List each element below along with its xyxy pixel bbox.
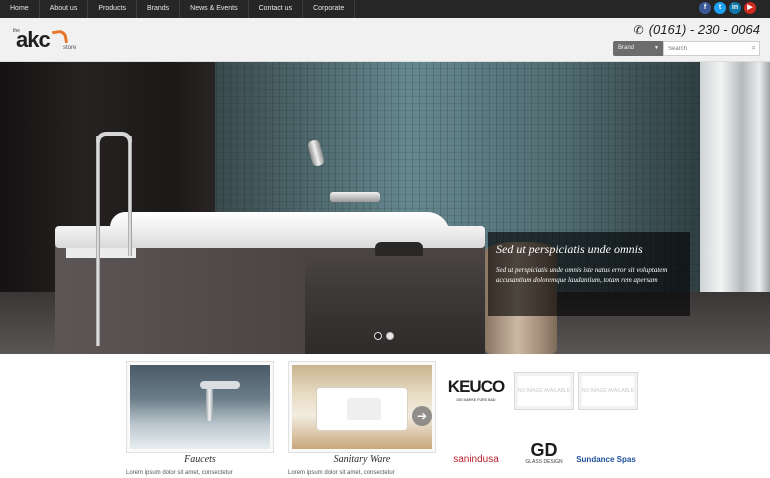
hero-image-tray (66, 248, 136, 258)
faucet-spout (200, 381, 240, 389)
basin-inner (347, 398, 381, 420)
slider-dot-2[interactable] (386, 332, 394, 340)
product-desc-sanitary-ware: Lorem ipsum dolor sit amet, consectetur (288, 470, 395, 476)
site-logo[interactable]: the akc store (13, 24, 83, 56)
hero-slider: Sed ut perspiciatis unde omnis Sed ut pe… (0, 62, 770, 354)
product-label-sanitary-ware[interactable]: Sanitary Ware (288, 454, 436, 465)
search-input[interactable] (663, 41, 760, 56)
linkedin-icon[interactable]: in (729, 2, 741, 14)
site-header: the akc store ✆ (0161) - 230 - 0064 Bran… (0, 18, 770, 62)
hero-image-rail-top (96, 132, 132, 142)
brand-select[interactable]: Brand ▼ (613, 41, 663, 56)
hero-caption-title: Sed ut perspiciatis unde omnis (496, 242, 643, 256)
featured-section: Faucets Lorem ipsum dolor sit amet, cons… (0, 354, 770, 476)
brand-logo-glass-design[interactable]: GD GLASS DESIGN (514, 434, 574, 472)
hero-caption-text: Sed ut perspiciatis unde omnis iste natu… (496, 266, 668, 284)
nav-contact-us[interactable]: Contact us (249, 0, 304, 18)
social-links: f t in ▶ (699, 2, 756, 14)
slider-dot-1[interactable] (374, 332, 382, 340)
nav-about-us[interactable]: About us (40, 0, 89, 18)
hero-image-rail-2 (128, 136, 132, 256)
hero-image-bathtub-basin (110, 212, 450, 238)
brand-logo-keuco[interactable]: KEUCO DIE MARKE FÜRS BAD (446, 370, 506, 408)
hero-image-mixer (330, 192, 380, 202)
product-card-sanitary-ware[interactable] (288, 361, 436, 453)
phone-number: ✆ (0161) - 230 - 0064 (634, 22, 760, 37)
keuco-tagline: DIE MARKE FÜRS BAD (456, 397, 496, 402)
hero-caption: Sed ut perspiciatis unde omnis Sed ut pe… (488, 232, 690, 316)
facebook-icon[interactable]: f (699, 2, 711, 14)
nav-corporate[interactable]: Corporate (303, 0, 356, 18)
product-card-faucets[interactable] (126, 361, 274, 453)
nav-home[interactable]: Home (0, 0, 40, 18)
nav-products[interactable]: Products (88, 0, 137, 18)
slider-pagination (374, 332, 394, 340)
top-nav-bar: Home About us Products Brands News & Eve… (0, 0, 770, 18)
keuco-wordmark: KEUCO (447, 376, 505, 396)
logo-name: akc (16, 27, 51, 52)
brand-logo-sanindusa[interactable]: san indusa (446, 440, 506, 478)
next-arrow-icon[interactable]: ➔ (412, 406, 432, 426)
faucet-stem (206, 385, 213, 421)
search-icon[interactable]: ⌕ (752, 43, 756, 53)
brand-logo-sundance[interactable]: Sundance Spas (576, 440, 636, 478)
gd-wordmark: GD (530, 440, 558, 460)
sanitary-ware-image (292, 365, 432, 449)
nav-brands[interactable]: Brands (137, 0, 181, 18)
hero-image-pillow (375, 242, 423, 256)
gd-subtitle: GLASS DESIGN (525, 459, 563, 465)
basin-shape (316, 387, 408, 431)
product-desc-faucets: Lorem ipsum dolor sit amet, consectetur (126, 470, 233, 476)
main-nav: Home About us Products Brands News & Eve… (0, 0, 770, 18)
product-label-faucets[interactable]: Faucets (126, 454, 274, 465)
brand-select-label: Brand (618, 45, 635, 51)
sanindusa-part-2: indusa (469, 453, 499, 465)
logo-swoosh-icon (51, 28, 69, 46)
nav-news-events[interactable]: News & Events (180, 0, 249, 18)
phone-text: (0161) - 230 - 0064 (648, 22, 760, 37)
phone-icon: ✆ (633, 22, 644, 37)
faucet-image (130, 365, 270, 449)
brand-no-image-1[interactable]: NO IMAGE AVAILABLE (514, 372, 574, 410)
chevron-down-icon: ▼ (654, 45, 659, 51)
search-bar: Brand ▼ ⌕ (613, 41, 760, 56)
hero-image-rail (96, 136, 100, 346)
logo-store-text: store (63, 45, 77, 51)
youtube-icon[interactable]: ▶ (744, 2, 756, 14)
twitter-icon[interactable]: t (714, 2, 726, 14)
brand-no-image-2[interactable]: NO IMAGE AVAILABLE (578, 372, 638, 410)
sanindusa-part-1: san (453, 453, 470, 465)
